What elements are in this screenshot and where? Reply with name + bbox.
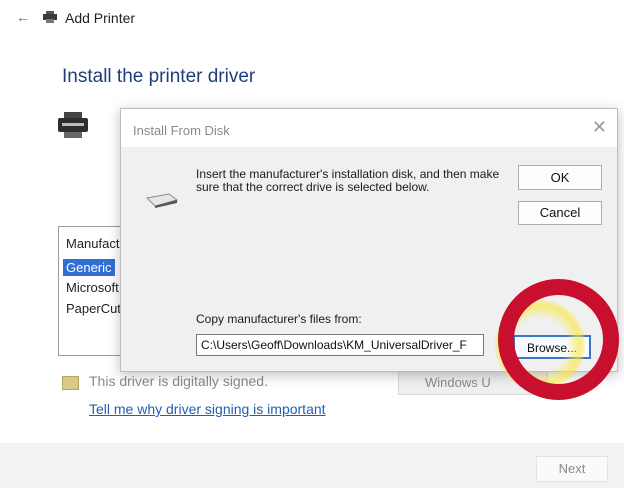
dialog-title: Install From Disk xyxy=(133,123,230,138)
list-item-papercut[interactable]: PaperCut xyxy=(63,300,124,317)
disk-drive-icon xyxy=(145,193,179,208)
windows-update-button[interactable]: Windows U xyxy=(398,368,548,395)
driver-signing-link[interactable]: Tell me why driver signing is important xyxy=(89,401,326,417)
cancel-button[interactable]: Cancel xyxy=(518,201,602,225)
list-item-microsoft[interactable]: Microsoft xyxy=(63,279,122,296)
manufacturer-list-header: Manufact xyxy=(66,236,120,251)
list-item-generic[interactable]: Generic xyxy=(63,259,115,276)
close-icon[interactable]: ✕ xyxy=(592,118,607,136)
page-title: Install the printer driver xyxy=(62,66,256,87)
signing-status-text: This driver is digitally signed. xyxy=(89,373,268,389)
install-from-disk-dialog: Install From Disk ✕ Insert the manufactu… xyxy=(120,108,618,372)
window-title: Add Printer xyxy=(65,10,136,26)
next-button[interactable]: Next xyxy=(536,456,608,482)
files-path-input[interactable]: C:\Users\Geoff\Downloads\KM_UniversalDri… xyxy=(196,334,484,356)
printer-large-icon xyxy=(58,112,88,138)
ok-button[interactable]: OK xyxy=(518,165,602,190)
copy-files-label: Copy manufacturer's files from: xyxy=(196,312,362,326)
dialog-titlebar: Install From Disk ✕ xyxy=(121,109,617,147)
printer-icon xyxy=(43,11,57,23)
dialog-instruction-text: Insert the manufacturer's installation d… xyxy=(196,167,500,194)
browse-button[interactable]: Browse... xyxy=(513,335,591,359)
signed-driver-icon xyxy=(62,376,79,390)
footer-bar xyxy=(0,443,624,488)
back-arrow-icon[interactable]: ← xyxy=(16,9,30,25)
